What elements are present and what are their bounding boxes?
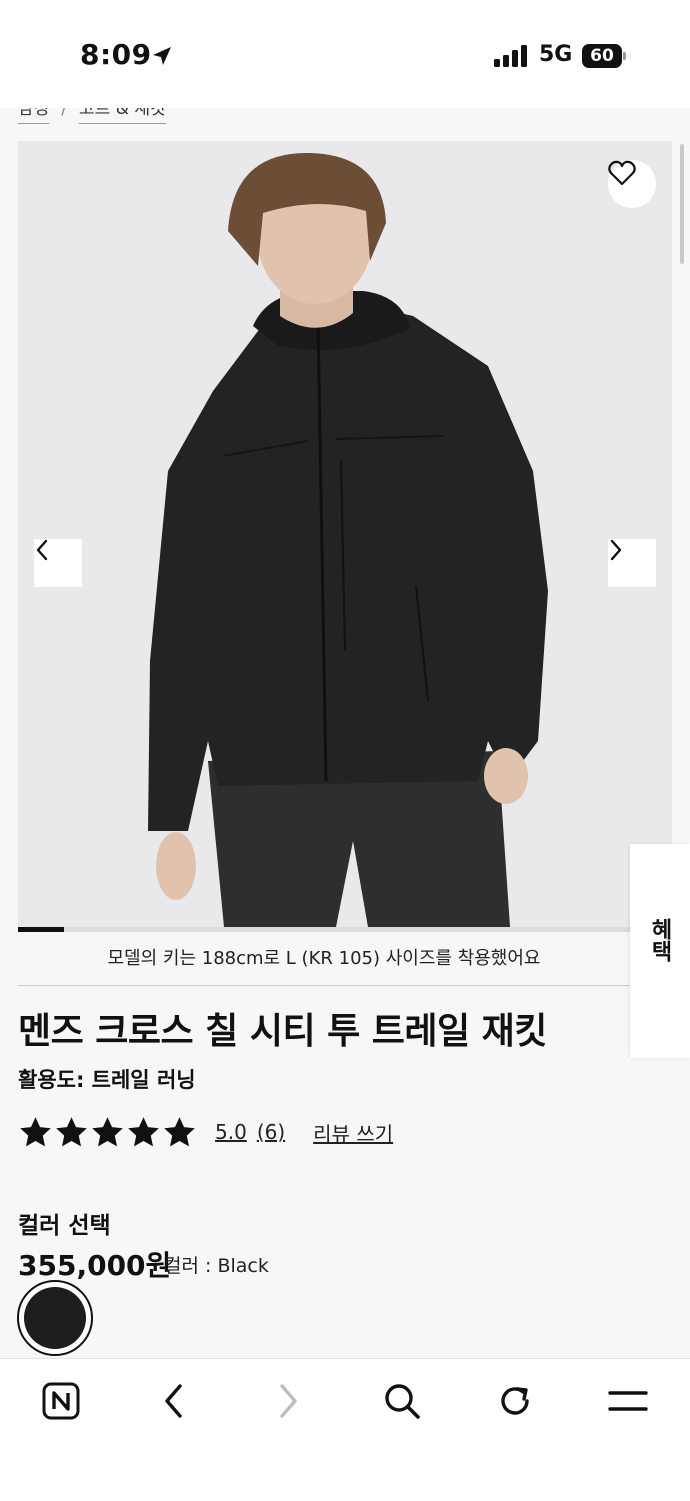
breadcrumb-item-men[interactable]: 남성	[18, 108, 50, 124]
browser-back-button[interactable]	[152, 1379, 196, 1423]
product-title: 멘즈 크로스 칠 시티 투 트레일 재킷	[18, 1011, 547, 1052]
breadcrumb-item-coats[interactable]: 코트 & 재킷	[79, 108, 166, 124]
benefits-side-tab[interactable]: 혜택	[630, 844, 690, 1058]
page-scrollbar[interactable]	[680, 144, 684, 264]
back-arrow-icon	[165, 1384, 182, 1418]
product-page: 남성 / 코트 & 재킷 모델의 키는 188cm로 L (KR 105) 사이…	[0, 108, 690, 1358]
star-icon	[164, 1116, 195, 1146]
breadcrumb: 남성 / 코트 & 재킷	[18, 108, 166, 124]
chevron-right-icon	[610, 539, 622, 561]
model-size-note: 모델의 키는 188cm로 L (KR 105) 사이즈를 착용했어요	[107, 948, 541, 969]
benefits-side-tab-label: 혜택	[647, 918, 672, 962]
battery-icon: 60	[582, 44, 626, 68]
heart-icon	[608, 160, 636, 186]
star-icon	[56, 1116, 87, 1146]
status-time: 8:09	[80, 38, 152, 71]
star-icon	[20, 1116, 51, 1146]
star-icon	[128, 1116, 159, 1146]
wishlist-button[interactable]	[608, 160, 656, 208]
selected-color-label: 컬러 : Black	[164, 1255, 269, 1277]
gallery-prev-button[interactable]	[34, 539, 82, 587]
battery-level: 60	[582, 44, 622, 68]
gallery-next-button[interactable]	[608, 539, 656, 587]
cellular-signal-icon	[494, 45, 527, 67]
product-activity: 활용도: 트레일 러닝	[18, 1068, 196, 1092]
forward-arrow-icon	[280, 1384, 297, 1418]
product-photo	[148, 152, 548, 927]
rating-stars	[18, 1115, 198, 1150]
browser-search-button[interactable]	[380, 1379, 424, 1423]
gallery-progress-fill	[18, 927, 64, 932]
location-arrow-icon	[153, 47, 171, 65]
divider	[18, 985, 630, 986]
color-swatch-fill	[24, 1287, 86, 1349]
browser-forward-button[interactable]	[266, 1379, 310, 1423]
status-bar: 8:09 5G 60	[0, 0, 690, 108]
browser-toolbar	[0, 1358, 690, 1501]
color-swatch-black[interactable]	[17, 1280, 93, 1356]
naver-logo-icon	[42, 1382, 80, 1420]
reload-icon	[501, 1387, 529, 1415]
star-icon	[92, 1116, 123, 1146]
breadcrumb-separator: /	[61, 108, 68, 119]
review-count-link[interactable]: (6)	[257, 1120, 285, 1144]
rating-row: 5.0 (6) 리뷰 쓰기	[18, 1114, 393, 1150]
naver-home-button[interactable]	[39, 1379, 83, 1423]
color-select-heading: 컬러 선택	[18, 1213, 111, 1239]
product-price: 355,000원	[18, 1249, 172, 1282]
search-icon	[385, 1384, 420, 1419]
rating-score-link[interactable]: 5.0	[215, 1120, 247, 1144]
browser-reload-button[interactable]	[493, 1379, 537, 1423]
browser-menu-button[interactable]	[606, 1379, 650, 1423]
network-type: 5G	[539, 42, 573, 67]
chevron-left-icon	[36, 539, 48, 561]
gallery-progress-bar	[18, 927, 672, 932]
write-review-link[interactable]: 리뷰 쓰기	[313, 1118, 393, 1147]
product-image-gallery[interactable]	[18, 141, 672, 927]
menu-icon	[608, 1391, 648, 1411]
